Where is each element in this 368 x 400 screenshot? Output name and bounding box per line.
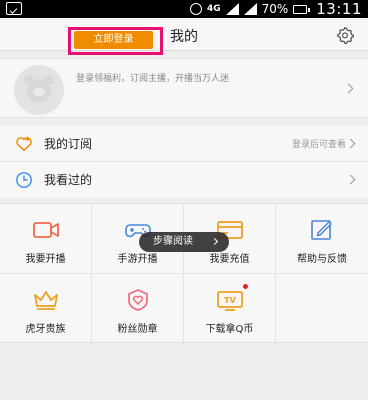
- edit-icon: [311, 220, 332, 240]
- title-bar: 我的: [0, 18, 368, 51]
- gear-icon[interactable]: [336, 26, 354, 44]
- row-label: 我的订阅: [44, 137, 93, 151]
- crown-icon: [34, 291, 58, 310]
- signal-icon: [225, 3, 239, 15]
- grid-item-help-feedback[interactable]: 帮助与反馈: [276, 204, 368, 274]
- grid-item-label: 帮助与反馈: [297, 254, 347, 265]
- row-hint: 登录后可查看: [291, 140, 346, 150]
- network-type: 4G: [206, 3, 221, 14]
- grid-item-huya-nobility[interactable]: 虎牙贵族: [0, 274, 92, 344]
- chevron-right-icon: [345, 138, 356, 149]
- battery-percent: 70%: [261, 2, 289, 16]
- chevron-right-icon: [345, 174, 356, 185]
- heart-plus-icon: [16, 136, 32, 152]
- alarm-icon: [189, 3, 202, 15]
- grid-item-label: 虎牙贵族: [25, 324, 66, 335]
- grid-item-label: 手游开播: [117, 254, 158, 265]
- step-reading-tooltip[interactable]: 步骤阅读: [139, 232, 229, 252]
- grid-item-empty: [276, 274, 368, 344]
- tooltip-label: 步骤阅读: [153, 236, 193, 247]
- camera-icon: [33, 222, 59, 238]
- grid-item-label: 下载拿Q币: [205, 324, 254, 335]
- chevron-right-icon: [210, 237, 219, 246]
- medal-icon: [128, 289, 148, 311]
- login-button[interactable]: 立即登录: [74, 31, 153, 49]
- page-title: 我的: [170, 29, 198, 45]
- login-card[interactable]: 登录领福利，订阅主播，开播当万人迷: [0, 58, 368, 118]
- row-label: 我看过的: [44, 173, 93, 187]
- status-bar: 4G 70% 13:11: [0, 0, 368, 18]
- grid-item-fan-badge[interactable]: 粉丝勋章: [92, 274, 184, 344]
- avatar[interactable]: [14, 65, 64, 115]
- row-subscriptions[interactable]: 我的订阅 登录后可查看: [0, 126, 368, 161]
- tv-icon: TV: [217, 291, 243, 311]
- grid-item-label: 我要开播: [25, 254, 66, 265]
- row-history[interactable]: 我看过的: [0, 162, 368, 197]
- svg-text:TV: TV: [224, 296, 236, 305]
- clock-icon: [16, 172, 32, 188]
- login-hint: 登录领福利，订阅主播，开播当万人迷: [76, 74, 230, 84]
- signal-icon-2: [243, 3, 257, 15]
- image-icon: [6, 2, 22, 15]
- grid-item-download-qcoin[interactable]: TV 下载拿Q币: [184, 274, 276, 344]
- grid-item-label: 我要充值: [209, 254, 250, 265]
- grid-item-label: 粉丝勋章: [117, 324, 158, 335]
- notification-dot: [243, 284, 248, 289]
- grid-item-start-stream[interactable]: 我要开播: [0, 204, 92, 274]
- battery-icon: [293, 4, 311, 14]
- chevron-right-icon: [343, 83, 354, 94]
- default-avatar-icon: [24, 75, 54, 103]
- clock-time: 13:11: [316, 0, 362, 18]
- feature-grid: 我要开播 手游开播 我要充值 帮助与反馈 虎牙贵族 粉丝勋章 TV 下载拿Q币: [0, 203, 368, 344]
